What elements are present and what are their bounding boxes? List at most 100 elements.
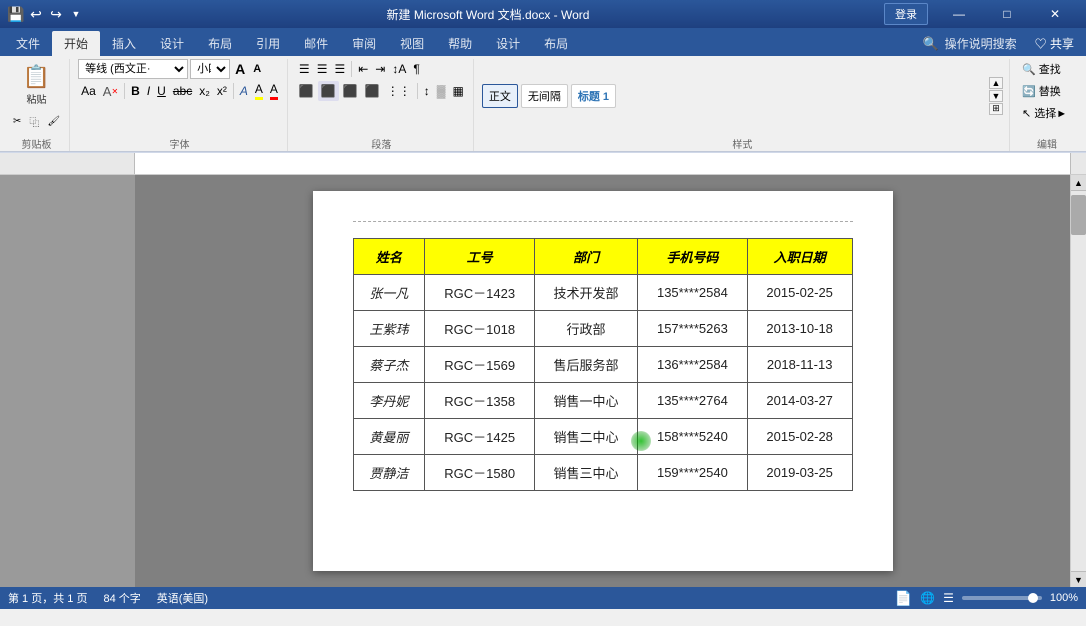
- justify-button[interactable]: ⬛: [362, 81, 383, 101]
- align-center-button[interactable]: ⬛: [318, 81, 339, 101]
- view-outline-btn[interactable]: ☰: [943, 591, 954, 605]
- style-normal[interactable]: 正文: [482, 84, 518, 108]
- strikethrough-button[interactable]: abc: [170, 81, 195, 101]
- italic-button[interactable]: I: [144, 81, 153, 101]
- tab-view[interactable]: 视图: [388, 31, 436, 56]
- table-cell: 黄曼丽: [353, 419, 425, 455]
- scroll-down-button[interactable]: ▼: [1071, 571, 1086, 587]
- login-button[interactable]: 登录: [884, 3, 928, 25]
- replace-button[interactable]: 🔄 替换: [1018, 81, 1076, 101]
- tab-design[interactable]: 设计: [148, 31, 196, 56]
- view-web-btn[interactable]: 🌐: [920, 591, 935, 605]
- table-cell: 2014-03-27: [747, 383, 852, 419]
- left-margin: [0, 175, 135, 587]
- undo-icon[interactable]: ↩: [28, 6, 44, 22]
- table-cell: RGC－1569: [425, 347, 535, 383]
- style-expand[interactable]: ⊞: [989, 103, 1003, 115]
- section-divider: [353, 221, 853, 222]
- status-right: 📄 🌐 ☰ 100%: [895, 590, 1078, 607]
- case-button[interactable]: Aa: [78, 81, 99, 101]
- decrease-indent-button[interactable]: ⇤: [355, 59, 371, 79]
- font-size-select[interactable]: 小四: [190, 59, 230, 79]
- shrink-font-button[interactable]: A: [250, 59, 264, 79]
- table-cell: RGC－1358: [425, 383, 535, 419]
- minimize-button[interactable]: —: [936, 0, 982, 28]
- document-area: 姓名 工号 部门 手机号码 入职日期 张一凡RGC－1423技术开发部135**…: [0, 175, 1086, 587]
- underline-button[interactable]: U: [154, 81, 169, 101]
- tab-references[interactable]: 引用: [244, 31, 292, 56]
- clipboard-label: 剪贴板: [22, 132, 52, 151]
- style-scroll-controls: ▲ ▼ ⊞: [989, 77, 1003, 115]
- tab-review[interactable]: 审阅: [340, 31, 388, 56]
- increase-indent-button[interactable]: ⇥: [372, 59, 388, 79]
- shading-button[interactable]: ▓: [434, 81, 449, 101]
- sort-button[interactable]: ↕A: [389, 59, 409, 79]
- col-header-dept: 部门: [535, 239, 638, 275]
- highlight-button[interactable]: A: [252, 81, 266, 101]
- tab-insert[interactable]: 插入: [100, 31, 148, 56]
- vertical-scrollbar[interactable]: ▲ ▼: [1070, 175, 1086, 587]
- scroll-thumb[interactable]: [1071, 195, 1086, 235]
- font-name-select[interactable]: 等线 (西文正·: [78, 59, 188, 79]
- scroll-up-button[interactable]: ▲: [1071, 175, 1086, 191]
- format-painter-button[interactable]: 🖌: [44, 113, 63, 130]
- ribbon-search-label[interactable]: 操作说明搜索: [945, 35, 1017, 52]
- table-cell: 2015-02-28: [747, 419, 852, 455]
- multilevel-button[interactable]: ☰: [331, 59, 348, 79]
- subscript-button[interactable]: x₂: [196, 81, 213, 101]
- zoom-thumb[interactable]: [1028, 593, 1038, 603]
- style-heading1[interactable]: 标题 1: [571, 84, 616, 108]
- col-header-phone: 手机号码: [637, 239, 747, 275]
- tab-table-layout[interactable]: 布局: [532, 31, 580, 56]
- page-count: 第 1 页，共 1 页: [8, 590, 87, 606]
- clear-format-button[interactable]: A✕: [100, 81, 121, 101]
- document-scroll[interactable]: 姓名 工号 部门 手机号码 入职日期 张一凡RGC－1423技术开发部135**…: [135, 175, 1070, 587]
- cut-button[interactable]: ✂ ✂: [10, 113, 24, 130]
- tab-layout[interactable]: 布局: [196, 31, 244, 56]
- table-cell: 行政部: [535, 311, 638, 347]
- scroll-track[interactable]: [1071, 191, 1086, 571]
- tab-help[interactable]: 帮助: [436, 31, 484, 56]
- ribbon-share-label[interactable]: ♡ 共享: [1035, 35, 1074, 52]
- align-left-button[interactable]: ⬛: [296, 81, 317, 101]
- align-right-button[interactable]: ⬛: [340, 81, 361, 101]
- style-no-spacing[interactable]: 无间隔: [521, 84, 568, 108]
- bullets-button[interactable]: ☰: [296, 59, 313, 79]
- close-button[interactable]: ✕: [1032, 0, 1078, 28]
- tab-table-design[interactable]: 设计: [484, 31, 532, 56]
- numbering-button[interactable]: ☰: [314, 59, 331, 79]
- select-button[interactable]: ↖ 选择►: [1018, 103, 1076, 123]
- style-scroll-down[interactable]: ▼: [989, 90, 1003, 102]
- table-cell: RGC－1018: [425, 311, 535, 347]
- redo-icon[interactable]: ↪: [48, 6, 64, 22]
- view-print-btn[interactable]: 📄: [895, 590, 912, 607]
- columns-button[interactable]: ⋮⋮: [384, 81, 414, 101]
- customize-icon[interactable]: ▼: [68, 6, 84, 22]
- table-cell: 技术开发部: [535, 275, 638, 311]
- save-icon[interactable]: 💾: [8, 6, 24, 22]
- superscript-button[interactable]: x²: [214, 81, 230, 101]
- tab-mail[interactable]: 邮件: [292, 31, 340, 56]
- bold-button[interactable]: B: [128, 81, 143, 101]
- show-marks-button[interactable]: ¶: [410, 59, 422, 79]
- zoom-slider[interactable]: [962, 596, 1042, 600]
- tab-file[interactable]: 文件: [4, 31, 52, 56]
- font-group: 等线 (西文正· 小四 A A Aa A✕ B I U abc x₂ x²: [72, 59, 288, 151]
- style-scroll-up[interactable]: ▲: [989, 77, 1003, 89]
- grow-font-button[interactable]: A: [232, 59, 248, 79]
- styles-group: 正文 无间隔 标题 1 ▲ ▼ ⊞ 样式: [476, 59, 1010, 151]
- cut-icon: ✂: [13, 116, 21, 127]
- maximize-button[interactable]: □: [984, 0, 1030, 28]
- copy-button[interactable]: ⿻: [26, 113, 42, 130]
- tab-home[interactable]: 开始: [52, 31, 100, 56]
- find-button[interactable]: 🔍 查找: [1018, 59, 1076, 79]
- font-color-button[interactable]: A: [267, 81, 281, 101]
- text-effect-button[interactable]: A: [237, 81, 251, 101]
- borders-button[interactable]: ▦: [449, 81, 466, 101]
- editing-label: 编辑: [1037, 132, 1057, 151]
- line-spacing-button[interactable]: ↕: [421, 81, 433, 101]
- ruler-area: // Will be drawn via JS below: [0, 153, 1086, 175]
- table-cell: 王紫玮: [353, 311, 425, 347]
- paste-button[interactable]: 📋 粘贴: [10, 61, 63, 109]
- language: 英语(美国): [157, 590, 208, 606]
